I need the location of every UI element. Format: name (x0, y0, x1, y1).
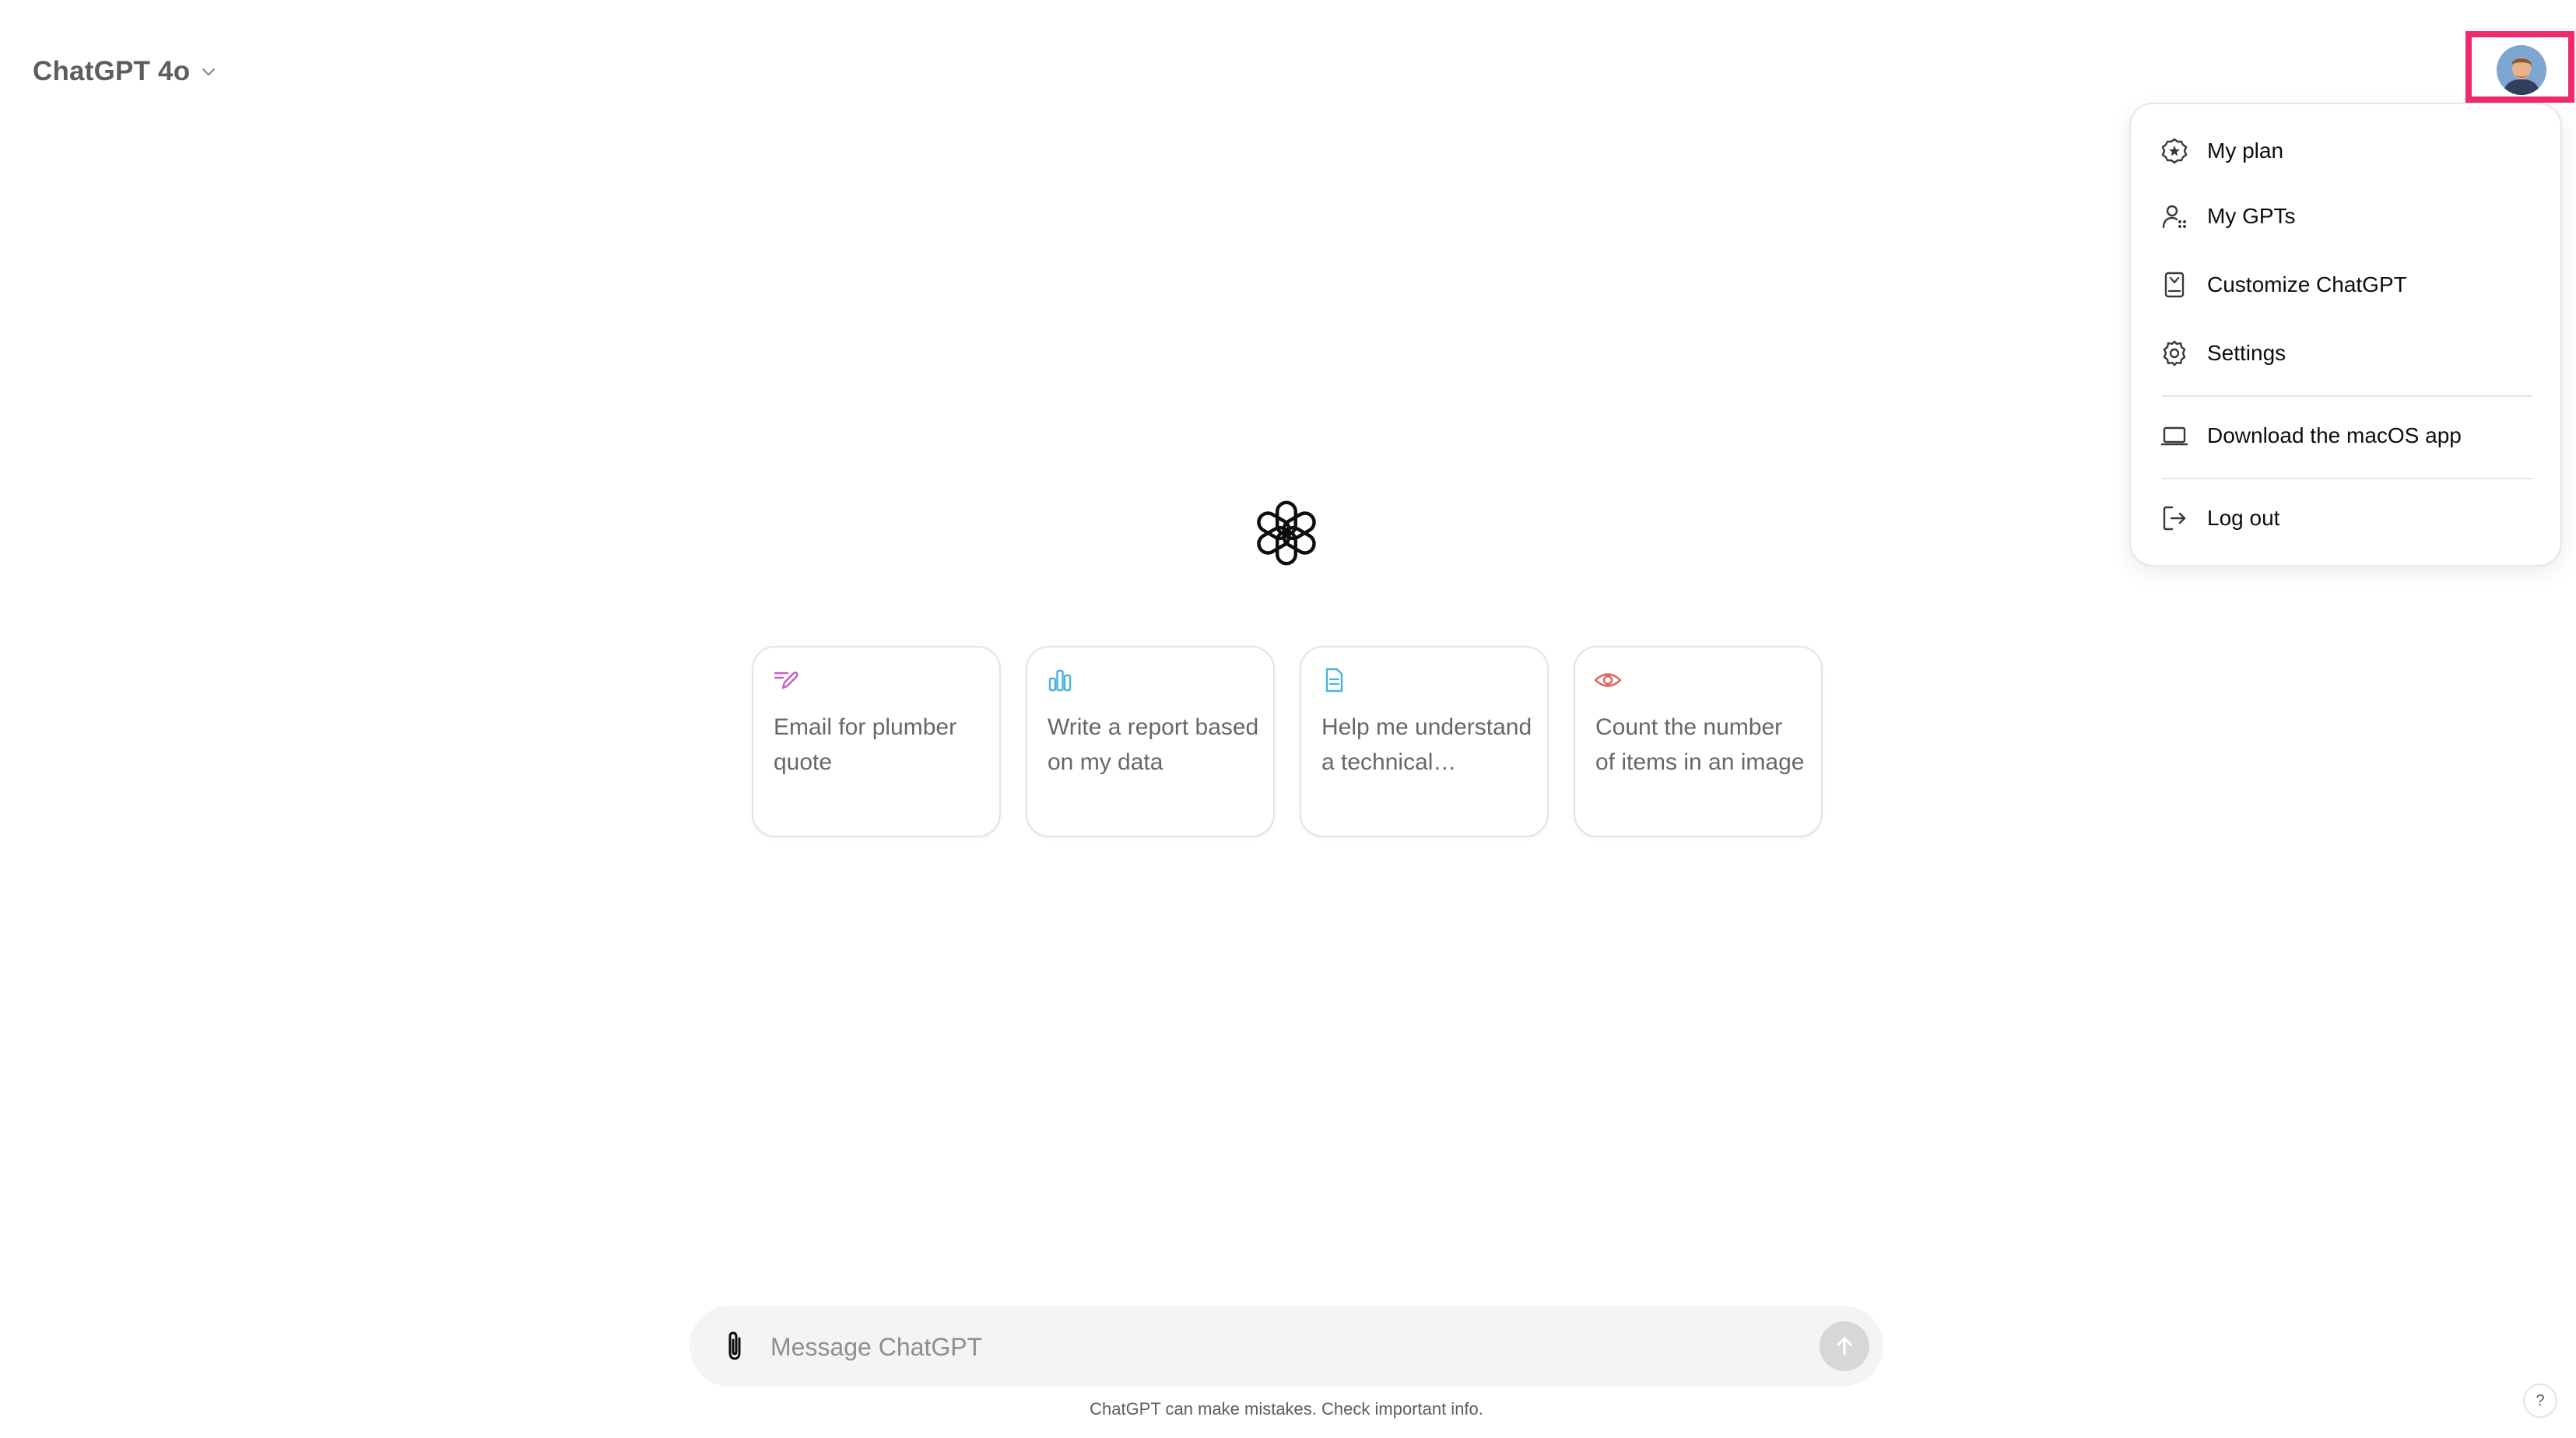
laptop-icon (2159, 420, 2190, 451)
menu-item-label: My GPTs (2207, 204, 2296, 228)
menu-item-label: Settings (2207, 341, 2286, 365)
disclaimer-text: ChatGPT can make mistakes. Check importa… (1090, 1399, 1483, 1419)
suggestion-card-technical[interactable]: Help me understand a technical… (1300, 646, 1549, 837)
suggestion-text: Write a report based on my data (1048, 714, 1259, 775)
menu-item-my-plan[interactable]: My plan (2150, 121, 2543, 181)
menu-item-download-macos-app[interactable]: Download the macOS app (2150, 406, 2543, 465)
gear-icon (2159, 338, 2190, 369)
suggestion-text: Count the number of items in an image (1595, 714, 1805, 775)
message-composer (690, 1306, 1883, 1387)
logout-icon (2159, 503, 2190, 534)
suggestion-text: Help me understand a technical… (1321, 714, 1532, 775)
paperclip-icon[interactable] (718, 1329, 752, 1363)
menu-item-label: My plan (2207, 139, 2284, 163)
chatgpt-page: ChatGPT 4o My plan My GPTs Customize Cha… (0, 0, 2576, 1438)
arrow-up-icon (1837, 1337, 1852, 1356)
document-icon (1320, 666, 1348, 694)
customize-icon (2159, 269, 2190, 300)
send-button[interactable] (1820, 1321, 1869, 1371)
pen-icon (772, 666, 800, 694)
message-input[interactable] (769, 1323, 1721, 1371)
menu-item-label: Customize ChatGPT (2207, 272, 2407, 296)
model-selector[interactable]: ChatGPT 4o (33, 51, 218, 92)
menu-item-settings[interactable]: Settings (2150, 324, 2543, 383)
menu-divider (2162, 395, 2532, 397)
menu-item-log-out[interactable]: Log out (2150, 489, 2543, 548)
chevron-down-icon (199, 62, 218, 81)
menu-item-customize-chatgpt[interactable]: Customize ChatGPT (2150, 255, 2543, 314)
suggestion-card-email[interactable]: Email for plumber quote (752, 646, 1001, 837)
suggestion-card-count[interactable]: Count the number of items in an image (1574, 646, 1823, 837)
openai-logo (1248, 495, 1325, 571)
menu-item-label: Download the macOS app (2207, 423, 2462, 447)
suggestion-card-report[interactable]: Write a report based on my data (1026, 646, 1275, 837)
account-menu: My plan My GPTs Customize ChatGPT Settin… (2129, 103, 2562, 566)
help-button[interactable]: ? (2523, 1384, 2557, 1418)
user-avatar[interactable] (2497, 45, 2546, 95)
bar-chart-icon (1046, 666, 1074, 694)
eye-icon (1594, 666, 1622, 694)
model-label: ChatGPT 4o (33, 56, 191, 86)
plan-badge-icon (2159, 135, 2190, 167)
menu-divider (2162, 478, 2532, 479)
gpts-icon (2159, 201, 2190, 232)
menu-item-my-gpts[interactable]: My GPTs (2150, 187, 2543, 246)
menu-item-label: Log out (2207, 506, 2280, 530)
suggestion-text: Email for plumber quote (774, 714, 957, 775)
